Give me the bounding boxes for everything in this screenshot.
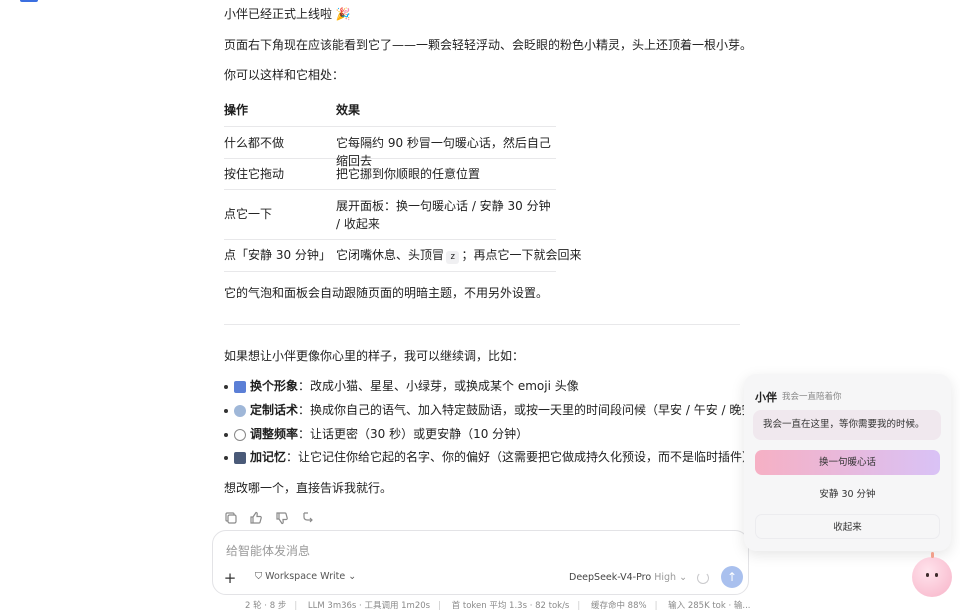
table-row: 点它一下 展开面板：换一句暖心话 / 安静 30 分钟 / 收起来 [224,190,556,240]
thumbs-up-icon[interactable] [249,511,263,525]
message-input[interactable]: 给智能体发消息 [226,542,310,559]
effect-text: 它闭嘴休息、头顶冒 [336,248,445,262]
sprite-eye [935,573,938,577]
zzz-badge: z [446,251,460,264]
table-header-effect: 效果 [336,103,361,117]
table-cell-action: 点它一下 [224,207,273,221]
workspace-mode-dropdown[interactable]: ⛉ Workspace Write ⌄ [255,571,356,582]
copy-icon[interactable] [224,511,238,525]
bullet-title: 换个形象 [250,379,299,393]
table-cell-action: 什么都不做 [224,136,285,150]
table-row: 什么都不做 它每隔约 90 秒冒一句暖心话，然后自己缩回去 [224,127,556,168]
bullet-dot [224,384,228,389]
new-warm-message-button[interactable]: 换一句暖心话 [755,450,940,475]
table-intro: 你可以这样和它相处： [224,68,345,82]
bullet-text: ：让它记住你给它起的名字、你的偏好（这需要把它做成持久化预设，而不是临时插件） [286,450,755,464]
quiet-30min-button[interactable]: 安静 30 分钟 [755,482,940,507]
status-cache: 缓存命中 88% [590,601,647,611]
bullet-text: ：改成小猫、星星、小绿芽，或换成某个 emoji 头像 [298,379,579,393]
speech-bubble-icon [234,404,246,417]
send-button[interactable]: ↑ [721,566,743,588]
add-attachment-button[interactable]: + [223,571,237,586]
window-corner-accent [20,0,38,2]
table-cell-effect: 把它挪到你顺眼的任意位置 [336,167,481,181]
chevron-down-icon: ⌄ [348,571,357,582]
table-cell-action: 点「安静 30 分钟」 [224,248,331,262]
status-input-tokens: 输入 285K tok · 输... [668,601,751,611]
bullet-dot [224,432,228,437]
session-status-bar: 2 轮 · 8 步 | LLM 3m36s · 工具调用 1m20s | 首 tok… [245,601,751,611]
message-intro: 页面右下角现在应该能看到它了——一颗会轻轻浮动、会眨眼的粉色小精灵，头上还顶着一… [224,38,753,52]
bullet-text: ：换成你自己的语气、加入特定鼓励语，或按一天里的时间段问候（早安 / 午安 / … [298,403,766,417]
shield-icon: ⛉ [255,571,263,582]
mask-icon [234,380,246,393]
message-heading: 小伴已经正式上线啦 🎉 [224,7,351,21]
table-cell-effect: 展开面板：换一句暖心话 / 安静 30 分钟 / 收起来 [336,199,551,231]
theme-note: 它的气泡和面板会自动跟随页面的明暗主题，不用另外设置。 [224,286,549,300]
effect-text: ；再点它一下就会回来 [461,248,582,262]
workspace-mode-label: Workspace Write [265,571,346,582]
bullet-dot [224,408,228,413]
table-header-row: 操作 效果 [224,101,556,127]
table-cell-action: 按住它拖动 [224,167,285,181]
companion-sprite[interactable] [912,552,952,597]
bullet-title: 加记忆 [250,450,287,464]
table-row: 点「安静 30 分钟」 它闭嘴休息、头顶冒 z ；再点它一下就会回来 [224,240,581,272]
companion-subtitle: 我会一直陪着你 [782,392,842,402]
closing-line: 想改哪一个，直接告诉我就行。 [224,481,393,495]
stopwatch-icon [234,428,246,441]
table-row: 按住它拖动 把它挪到你顺眼的任意位置 [224,159,556,190]
companion-panel: 小伴 我会一直陪着你 我会一直在这里，等你需要我的时候。 换一句暖心话 安静 3… [744,374,951,551]
status-throughput: 首 token 平均 1.3s · 82 tok/s [451,601,570,611]
section-divider [224,324,740,325]
floppy-disk-icon [234,451,246,464]
list-item: 换个形象：改成小猫、星星、小绿芽，或换成某个 emoji 头像 [224,377,579,395]
model-name: DeepSeek-V4-Pro [569,572,652,583]
customize-intro: 如果想让小伴更像你心里的样子，我可以继续调，比如： [224,349,525,363]
sprout-icon [931,552,934,558]
status-timing: LLM 3m36s · 工具调用 1m20s [307,601,431,611]
list-item: 加记忆：让它记住你给它起的名字、你的偏好（这需要把它做成持久化预设，而不是临时插… [224,448,754,466]
status-rounds: 2 轮 · 8 步 [245,601,287,611]
thumbs-down-icon[interactable] [275,511,289,525]
bullet-title: 定制话术 [250,403,299,417]
bullet-text: ：让话更密（30 秒）或更安静（10 分钟） [298,427,529,441]
model-selector[interactable]: DeepSeek-V4-Pro High ⌄ [569,572,687,583]
companion-title: 小伴 [755,391,777,404]
loading-spinner-icon [697,572,709,584]
table-header-action: 操作 [224,103,249,117]
collapse-button[interactable]: 收起来 [755,514,940,539]
list-item: 调整频率：让话更密（30 秒）或更安静（10 分钟） [224,425,528,443]
table-cell-effect: 它闭嘴休息、头顶冒 z ；再点它一下就会回来 [336,246,581,264]
bullet-title: 调整频率 [250,427,299,441]
sprite-eye [926,573,929,577]
model-level: High [654,572,677,583]
list-item: 定制话术：换成你自己的语气、加入特定鼓励语，或按一天里的时间段问候（早安 / 午… [224,401,765,419]
chevron-down-icon: ⌄ [679,572,688,583]
branch-icon[interactable] [301,511,315,525]
companion-speech-bubble: 我会一直在这里，等你需要我的时候。 [753,410,941,440]
bullet-dot [224,455,228,460]
arrow-up-icon: ↑ [726,570,738,584]
message-composer: 给智能体发消息 + ⛉ Workspace Write ⌄ DeepSeek-V… [212,530,749,595]
